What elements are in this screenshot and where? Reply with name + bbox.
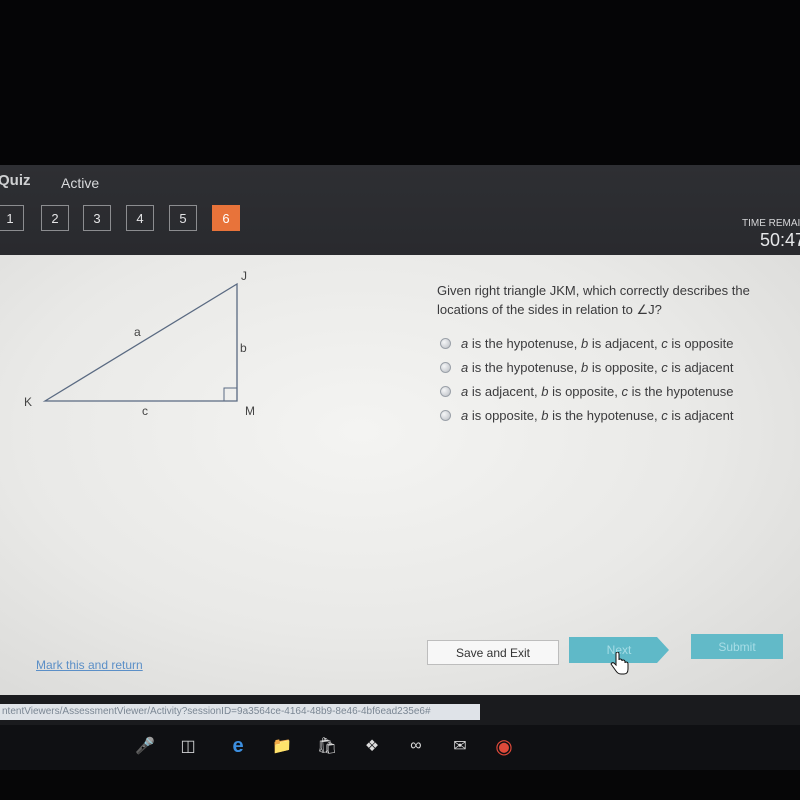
chrome-icon[interactable]: ◉ <box>492 734 516 758</box>
submit-button[interactable]: Submit <box>691 634 783 659</box>
text: is adjacent <box>667 407 734 423</box>
vertex-j-label: J <box>241 270 247 283</box>
microphone-icon[interactable]: 🎤 <box>133 734 157 758</box>
windows-taskbar <box>0 725 800 770</box>
radio-button[interactable] <box>440 385 451 397</box>
dropbox-icon[interactable]: ❖ <box>360 734 384 758</box>
radio-button[interactable] <box>440 409 451 421</box>
option-text: a is the hypotenuse, b is adjacent, c is… <box>461 336 733 351</box>
answer-option-2[interactable]: a is the hypotenuse, b is opposite, c is… <box>440 358 733 376</box>
right-angle-marker <box>223 387 238 402</box>
triangle-diagram: J K M a b c <box>24 270 255 418</box>
text: is adjacent, <box>588 335 662 351</box>
text: is the hypotenuse, <box>468 359 581 375</box>
option-text: a is adjacent, b is opposite, c is the h… <box>461 384 734 399</box>
hand-cursor-icon <box>610 652 629 675</box>
question-nav-1[interactable]: 1 <box>0 205 24 231</box>
option-text: a is opposite, b is the hypotenuse, c is… <box>461 408 733 423</box>
radio-button[interactable] <box>440 337 451 349</box>
file-explorer-icon[interactable]: 📁 <box>270 734 294 758</box>
question-nav-6-current[interactable]: 6 <box>212 205 240 231</box>
mail-icon[interactable]: ✉ <box>448 734 472 758</box>
screen-top-bezel <box>0 0 800 165</box>
text: is opposite <box>667 335 734 351</box>
screen-bottom-bezel <box>0 770 800 800</box>
text: is opposite, <box>548 383 622 399</box>
text: is adjacent, <box>468 383 542 399</box>
side-a-label: a <box>134 325 141 339</box>
text: is opposite, <box>588 359 662 375</box>
text: is opposite, <box>468 407 542 423</box>
mark-and-return-link[interactable]: Mark this and return <box>36 658 143 672</box>
text: is adjacent <box>667 359 734 375</box>
option-text: a is the hypotenuse, b is opposite, c is… <box>461 360 733 375</box>
task-view-icon[interactable]: ◫ <box>176 734 200 758</box>
text: is the hypotenuse <box>627 383 734 399</box>
text: is the hypotenuse, <box>548 407 662 423</box>
text: is the hypotenuse, <box>468 335 581 351</box>
infinity-icon[interactable]: ∞ <box>404 734 428 758</box>
question-nav-4[interactable]: 4 <box>126 205 154 231</box>
time-remaining-value: 50:47 <box>760 230 800 250</box>
quiz-status: Active <box>61 175 100 191</box>
store-icon[interactable]: 🛍 <box>315 734 339 758</box>
question-nav-3[interactable]: 3 <box>83 205 111 231</box>
triangle-jkm <box>42 282 238 402</box>
radio-button[interactable] <box>440 361 451 373</box>
save-and-exit-button[interactable]: Save and Exit <box>427 640 559 665</box>
quiz-header <box>0 165 800 255</box>
question-nav-5[interactable]: 5 <box>169 205 197 231</box>
question-text: Given right triangle JKM, which correctl… <box>437 283 750 317</box>
vertex-k-label: K <box>24 395 32 409</box>
vertex-m-label: M <box>245 404 255 418</box>
side-b-label: b <box>240 341 247 355</box>
side-c-label: c <box>142 404 148 418</box>
answer-option-4[interactable]: a is opposite, b is the hypotenuse, c is… <box>440 406 733 424</box>
time-remaining-label: TIME REMAI <box>742 218 800 229</box>
status-url: ntentViewers/AssessmentViewer/Activity?s… <box>0 704 480 720</box>
answer-option-3[interactable]: a is adjacent, b is opposite, c is the h… <box>440 382 734 400</box>
question-nav-2[interactable]: 2 <box>41 205 69 231</box>
edge-icon[interactable]: e <box>226 734 250 758</box>
answer-option-1[interactable]: a is the hypotenuse, b is adjacent, c is… <box>440 334 733 352</box>
quiz-title: Quiz <box>0 172 31 189</box>
